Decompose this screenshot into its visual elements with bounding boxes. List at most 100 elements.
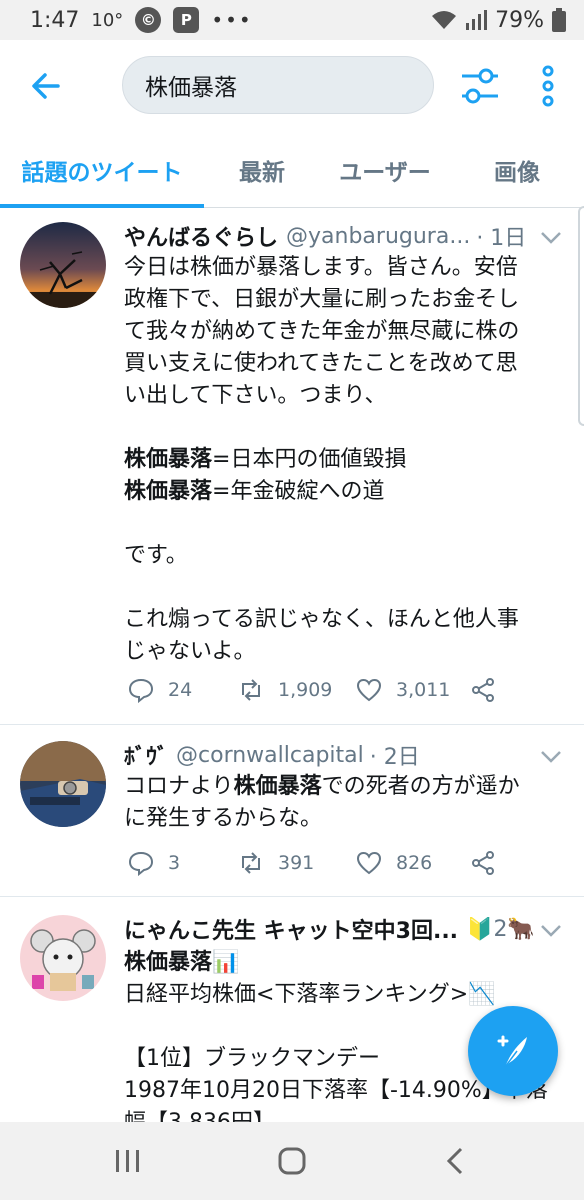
tweet-author-name[interactable]: やんばるぐらし <box>124 220 278 252</box>
speech-bubble-icon <box>128 678 154 703</box>
tab-label: ユーザー <box>339 160 431 186</box>
tweet-line <box>124 572 556 604</box>
tweet-author-name[interactable]: ﾎﾞｳﾞ <box>124 739 168 771</box>
search-highlight: 株価暴落 <box>124 950 213 975</box>
reply-count: 3 <box>168 852 181 874</box>
back-nav-button[interactable] <box>430 1142 480 1180</box>
retweet-button[interactable]: 1,909 <box>238 673 332 707</box>
tweet-author-handle[interactable]: @yanbarugura... <box>286 224 470 249</box>
search-filter-button[interactable] <box>460 64 500 108</box>
tab-label: 最新 <box>239 160 285 186</box>
tweet-line <box>124 412 556 444</box>
sunset-tree-avatar-image <box>20 222 106 308</box>
tweet-line: 日経平均株価<下落率ランキング>📉 <box>124 979 556 1011</box>
reply-button[interactable]: 3 <box>128 846 180 880</box>
status-notification-icon: © <box>135 7 162 33</box>
like-count: 3,011 <box>396 679 451 701</box>
tab-images[interactable]: 画像 <box>450 132 584 208</box>
retweet-count: 391 <box>278 852 315 874</box>
chevron-down-icon[interactable] <box>540 923 562 939</box>
chevron-down-icon[interactable] <box>540 230 562 246</box>
chevron-left-icon <box>446 1147 463 1175</box>
avatar[interactable] <box>20 741 106 827</box>
tweet-text: 今日は株価が暴落します。皆さん。安倍 政権下で、日銀が大量に刷ったお金そし て我… <box>124 252 556 668</box>
tweet-line: 株価暴落=年金破綻への道 <box>124 476 556 508</box>
search-highlight: 株価暴落 <box>124 447 213 472</box>
retweet-button[interactable]: 391 <box>238 846 314 880</box>
tweet-line-rest: =日本円の価値毀損 <box>212 447 407 472</box>
heart-icon <box>356 851 382 875</box>
reply-button[interactable]: 24 <box>128 673 192 707</box>
chart-down-emoji: 📉 <box>468 982 496 1007</box>
tweet-item[interactable]: やんばるぐらし @yanbarugura... · 1日 今日は株価が暴落します… <box>0 208 584 725</box>
tweet-actions: 24 1,909 3,011 <box>124 673 564 707</box>
heart-icon <box>356 678 382 702</box>
tweet-line: い出して下さい。つまり、 <box>124 383 387 408</box>
tweet-author-handle[interactable]: @cornwallcapital <box>176 743 364 768</box>
more-options-button[interactable] <box>536 64 560 108</box>
avatar[interactable] <box>20 222 106 308</box>
tweet-line-post: での死者の方が遥か <box>321 774 520 799</box>
search-input[interactable]: 株価暴落 <box>122 56 434 114</box>
tweet-item[interactable]: ﾎﾞｳﾞ @cornwallcapital · 2日 コロナより株価暴落での死者… <box>0 725 584 897</box>
tweet-line: じゃないよ。 <box>124 639 256 664</box>
chevron-down-icon[interactable] <box>540 749 562 765</box>
scrollbar[interactable] <box>578 206 584 426</box>
share-icon <box>472 851 494 875</box>
home-icon <box>278 1147 306 1175</box>
tweet-line: に発生するからな。 <box>124 806 323 831</box>
back-button[interactable] <box>26 66 66 106</box>
status-temperature: 10° <box>91 9 124 31</box>
like-button[interactable]: 3,011 <box>356 673 450 707</box>
status-app-icon: P <box>173 7 200 33</box>
reply-count: 24 <box>168 679 193 701</box>
tab-label: 画像 <box>494 160 540 186</box>
tweet-actions: 3 391 826 <box>124 846 564 880</box>
tab-label: 話題のツイート <box>21 160 183 186</box>
tweet-line: これ煽ってる訳じゃなく、ほんと他人事 <box>124 607 519 632</box>
tweet-line-text: 日経平均株価<下落率ランキング> <box>124 982 469 1007</box>
tweet-author-name[interactable]: にゃんこ先生 キャット空中3回... <box>124 913 458 945</box>
tweet-header: やんばるぐらし @yanbarugura... · 1日 <box>124 220 540 252</box>
suit-watch-avatar-image <box>20 741 106 827</box>
tweet-header: ﾎﾞｳﾞ @cornwallcapital · 2日 <box>124 739 540 771</box>
tab-top-tweets[interactable]: 話題のツイート <box>0 132 204 208</box>
search-query-text: 株価暴落 <box>145 75 237 101</box>
recent-apps-button[interactable] <box>103 1142 153 1180</box>
tab-latest[interactable]: 最新 <box>204 132 320 208</box>
compose-tweet-button[interactable] <box>468 1006 558 1096</box>
avatar[interactable] <box>20 915 106 1001</box>
wifi-icon <box>432 11 457 29</box>
like-button[interactable]: 826 <box>356 846 432 880</box>
retweet-icon <box>242 679 260 701</box>
search-highlight: 株価暴落 <box>124 479 213 504</box>
tab-users[interactable]: ユーザー <box>320 132 450 208</box>
tweet-line: コロナより株価暴落での死者の方が遥か <box>124 771 556 803</box>
tweet-line: 買い支えに使われてきたことを改めて思 <box>124 351 518 376</box>
tweet-line <box>124 508 556 540</box>
tweet-line: 幅【3,836円】 <box>124 1107 556 1122</box>
system-navigation-bar <box>0 1122 584 1200</box>
signal-icon <box>466 10 488 30</box>
tweet-line: 株価暴落=日本円の価値毀損 <box>124 444 556 476</box>
tweet-line-pre: コロナより <box>124 774 234 799</box>
tweet-timestamp: · 1日 <box>476 226 527 251</box>
tweet-header: にゃんこ先生 キャット空中3回... 🔰2🐂 <box>124 913 540 945</box>
share-button[interactable] <box>470 673 496 707</box>
share-icon <box>472 678 494 702</box>
battery-icon <box>552 8 566 32</box>
tweet-line: です。 <box>124 543 188 568</box>
sliders-icon <box>462 68 498 104</box>
tweet-line: 今日は株価が暴落します。皆さん。安倍 <box>124 255 518 280</box>
home-button[interactable] <box>267 1142 317 1180</box>
tweet-line: 株価暴落📊 <box>124 947 556 979</box>
status-time: 1:47 <box>30 7 80 33</box>
search-tabs: 話題のツイート 最新 ユーザー 画像 <box>0 132 584 208</box>
retweet-icon <box>242 852 260 874</box>
retweet-count: 1,909 <box>278 679 333 701</box>
tweet-line: て我々が納めてきた年金が無尽蔵に株の <box>124 319 520 344</box>
search-highlight: 株価暴落 <box>233 774 322 799</box>
status-more-dots: ••• <box>211 8 253 32</box>
speech-bubble-icon <box>128 851 154 876</box>
share-button[interactable] <box>470 846 496 880</box>
